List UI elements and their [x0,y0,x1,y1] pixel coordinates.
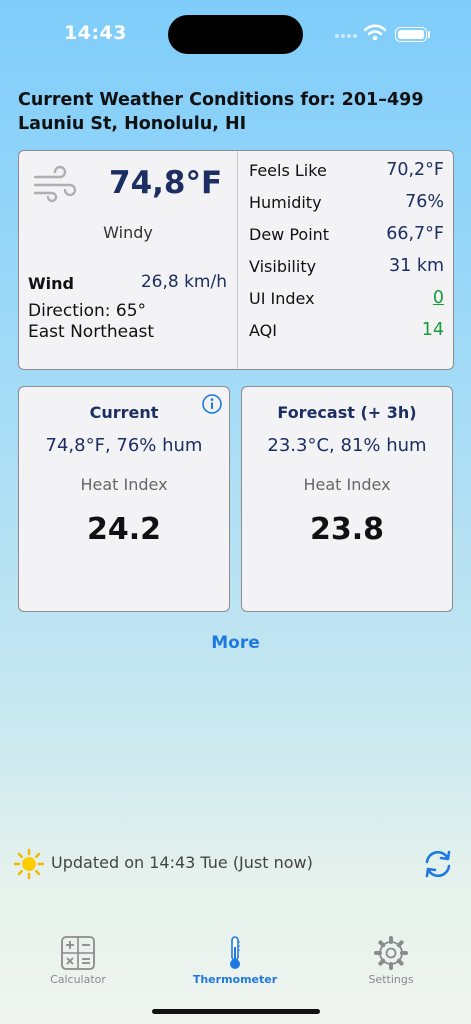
status-bar: 14:43 [0,0,471,70]
metric-value: 14 [421,320,444,340]
metric-value: 76% [405,192,444,212]
tab-calculator[interactable]: Calculator [23,935,133,986]
metric-uv-index: UI Index 0 [249,288,444,321]
metric-feels-like: Feels Like 70,2°F [249,160,444,193]
heat-forecast-reading: 23.3°C, 81% hum [267,435,427,456]
wind-direction-name: East Northeast [28,322,155,342]
heat-current-title: Current [89,403,159,422]
metric-label: UI Index [249,289,315,308]
heat-forecast-title: Forecast (+ 3h) [277,403,417,422]
uv-index-link[interactable]: 0 [433,288,444,308]
metric-dew-point: Dew Point 66,7°F [249,224,444,257]
heat-current-reading: 74,8°F, 76% hum [45,435,203,456]
refresh-icon[interactable] [422,848,454,880]
battery-icon [395,27,427,42]
metric-label: Visibility [249,257,317,276]
wind-speed: 26,8 km/h [140,272,227,292]
tab-label: Settings [368,973,414,986]
card-divider [237,151,238,369]
dynamic-island [168,15,303,54]
wifi-icon [364,24,386,41]
heat-current-label: Heat Index [80,475,168,494]
metric-value: 70,2°F [386,160,444,180]
tab-settings[interactable]: Settings [336,935,446,986]
metric-label: Feels Like [249,161,327,180]
sun-icon [13,848,45,880]
status-time: 14:43 [64,22,127,44]
condition-text: Windy [103,223,153,242]
metric-label: AQI [249,321,277,340]
gear-icon [374,936,408,970]
tab-label: Thermometer [192,973,278,986]
heat-forecast-value: 23.8 [309,512,385,547]
metrics-list: Feels Like 70,2°F Humidity 76% Dew Point… [249,160,444,353]
wind-icon [33,165,77,203]
current-temperature: 74,8°F [109,165,223,201]
more-button[interactable]: More [0,633,471,653]
battery-tip [428,31,430,38]
last-updated-text: Updated on 14:43 Tue (Just now) [51,853,313,872]
metric-visibility: Visibility 31 km [249,256,444,289]
tab-label: Calculator [50,973,106,986]
conditions-card: 74,8°F Windy Wind 26,8 km/h Direction: 6… [18,150,454,370]
metric-value: 31 km [388,256,444,276]
calculator-icon [61,936,95,970]
wind-direction: Direction: 65° [28,301,147,321]
page-title: Current Weather Conditions for: 201–499 … [18,90,424,134]
tab-bar: Calculator Thermometer Settings [0,925,471,1000]
metric-label: Humidity [249,193,322,212]
metric-value: 66,7°F [386,224,444,244]
metric-aqi: AQI 14 [249,320,444,353]
heat-forecast-label: Heat Index [303,475,391,494]
heat-index-current-card: Current 74,8°F, 76% hum Heat Index 24.2 [18,386,230,612]
heat-index-forecast-card: Forecast (+ 3h) 23.3°C, 81% hum Heat Ind… [241,386,453,612]
thermometer-icon [230,936,240,969]
metric-label: Dew Point [249,225,330,244]
tab-thermometer[interactable]: Thermometer [180,935,290,986]
signal-dots-icon [335,34,357,38]
heat-current-value: 24.2 [86,512,162,547]
home-indicator [152,1009,320,1014]
metric-humidity: Humidity 76% [249,192,444,225]
wind-label: Wind [28,274,74,293]
